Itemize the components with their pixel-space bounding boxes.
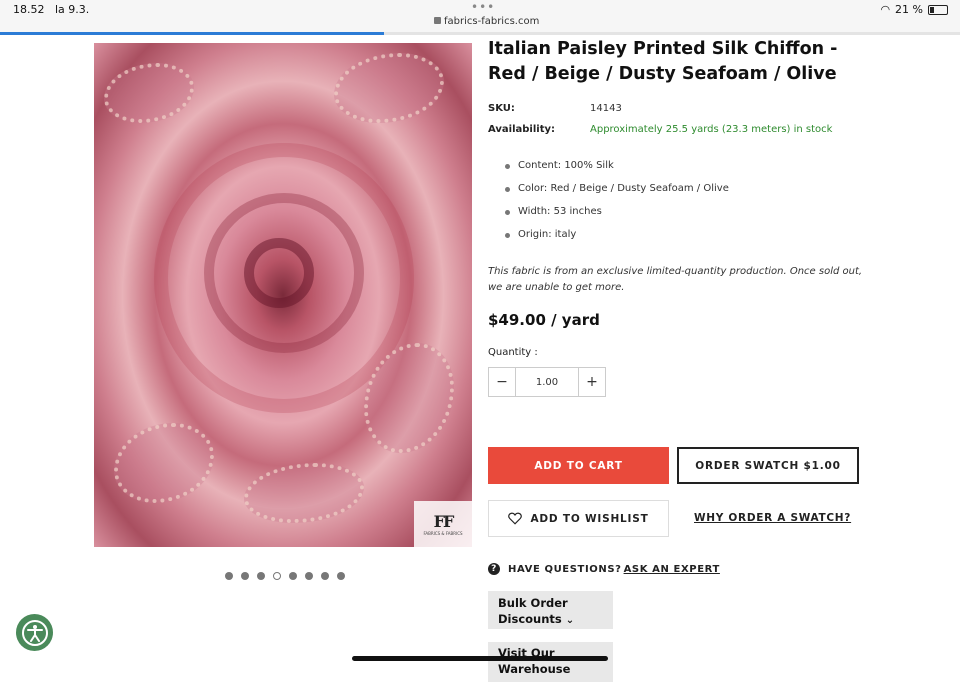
status-time: 18.52 la 9.3. (13, 3, 90, 16)
gallery-dots (225, 572, 345, 580)
more-dots-icon[interactable]: ••• (471, 0, 495, 14)
gallery-dot[interactable] (321, 572, 329, 580)
feature-item: Origin: italy (505, 228, 729, 251)
feature-item: Color: Red / Beige / Dusty Seafoam / Oli… (505, 182, 729, 205)
feature-item: Width: 53 inches (505, 205, 729, 228)
gallery-dot[interactable] (337, 572, 345, 580)
feature-item: Content: 100% Silk (505, 159, 729, 182)
increase-button[interactable]: + (579, 368, 605, 396)
product-price: $49.00 / yard (488, 311, 600, 329)
feature-list: Content: 100% Silk Color: Red / Beige / … (505, 159, 729, 251)
gallery-dot[interactable] (225, 572, 233, 580)
battery-icon (928, 4, 948, 15)
chevron-down-icon: ⌄ (565, 615, 575, 626)
visit-warehouse-toggle[interactable]: Visit Our Warehouse (488, 642, 613, 682)
address-bar[interactable]: fabrics-fabrics.com (434, 16, 539, 27)
page-load-progress (0, 32, 960, 35)
why-swatch-link[interactable]: WHY ORDER A SWATCH? (694, 512, 851, 524)
gallery-dot[interactable] (257, 572, 265, 580)
add-to-wishlist-label: ADD TO WISHLIST (530, 512, 649, 525)
ask-expert-link[interactable]: ASK AN EXPERT (624, 564, 720, 575)
heart-icon (508, 512, 523, 525)
product-image[interactable]: FF FABRICS & FABRICS (94, 43, 472, 547)
product-title: Italian Paisley Printed Silk Chiffon - R… (488, 39, 838, 84)
quantity-input[interactable] (515, 368, 579, 396)
availability-label: Availability: (488, 124, 555, 135)
availability-value: Approximately 25.5 yards (23.3 meters) i… (590, 124, 833, 135)
decrease-button[interactable]: − (489, 368, 515, 396)
add-to-wishlist-button[interactable]: ADD TO WISHLIST (488, 500, 669, 537)
home-indicator (352, 656, 608, 661)
gallery-dot[interactable] (289, 572, 297, 580)
accessibility-icon (21, 619, 48, 646)
visit-warehouse-label: Visit Our Warehouse (498, 646, 571, 676)
gallery-dot[interactable] (305, 572, 313, 580)
bulk-order-label: Bulk Order Discounts (498, 596, 568, 626)
lock-icon (434, 17, 441, 24)
quantity-stepper: − + (488, 367, 606, 397)
plus-icon: + (586, 374, 598, 390)
limited-note: This fabric is from an exclusive limited… (488, 266, 863, 293)
status-right: ◠ 21 % (880, 3, 948, 16)
battery-percent: 21 % (895, 3, 923, 16)
sku-value: 14143 (590, 103, 622, 114)
questions-label: HAVE QUESTIONS? (508, 563, 622, 575)
minus-icon: − (496, 374, 508, 390)
sku-label: SKU: (488, 103, 515, 114)
brand-logo: FF FABRICS & FABRICS (414, 501, 472, 547)
wifi-icon: ◠ (880, 3, 891, 16)
accessibility-button[interactable] (16, 614, 53, 651)
gallery-dot-active[interactable] (273, 572, 281, 580)
add-to-cart-button[interactable]: ADD TO CART (488, 447, 669, 484)
question-icon: ? (488, 563, 500, 575)
bulk-order-toggle[interactable]: Bulk Order Discounts ⌄ (488, 591, 613, 629)
status-bar: 18.52 la 9.3. ••• fabrics-fabrics.com ◠ … (0, 0, 960, 32)
page-load-progress-fill (0, 32, 384, 35)
order-swatch-button[interactable]: ORDER SWATCH $1.00 (677, 447, 859, 484)
gallery-dot[interactable] (241, 572, 249, 580)
questions-row: ? HAVE QUESTIONS? ASK AN EXPERT (488, 563, 720, 575)
quantity-label: Quantity : (488, 347, 538, 358)
